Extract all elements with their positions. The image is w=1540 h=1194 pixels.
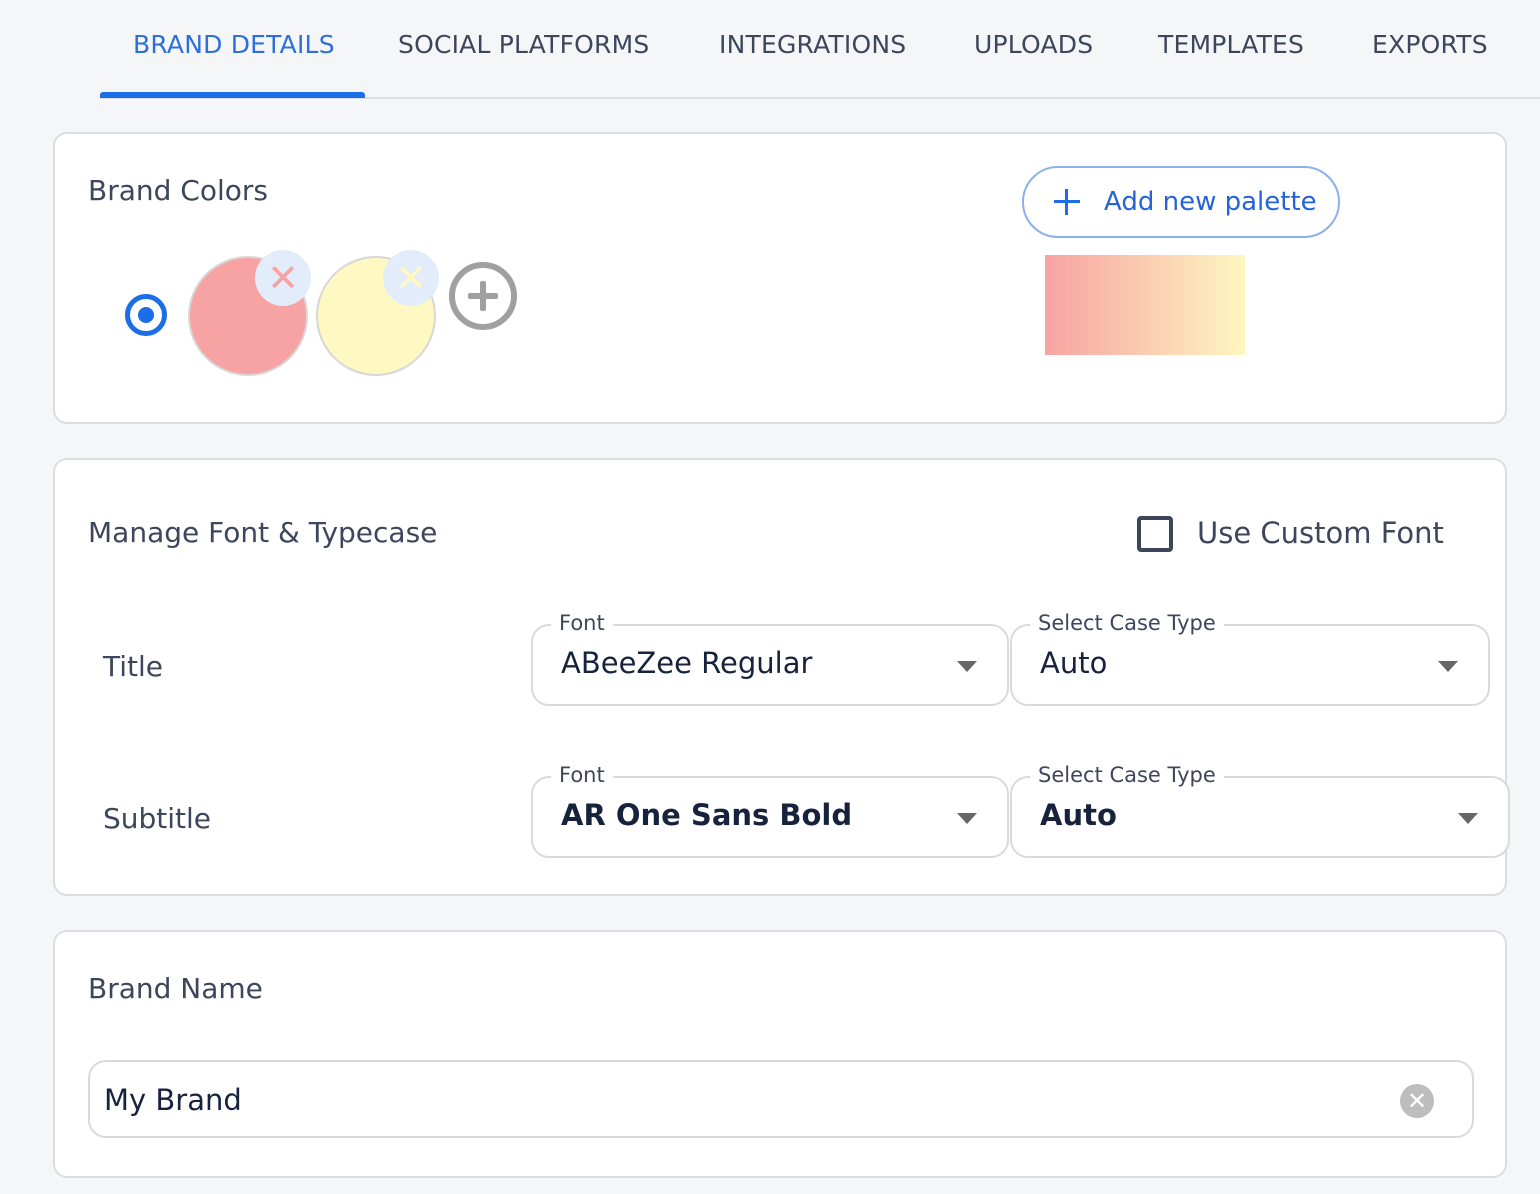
title-font-legend: Font [551, 610, 613, 636]
title-row-label: Title [103, 650, 164, 683]
tab-exports[interactable]: EXPORTS [1372, 30, 1488, 70]
dropdown-arrow-icon [957, 661, 977, 672]
title-font-value: ABeeZee Regular [561, 646, 813, 680]
remove-swatch-1-button[interactable]: ✕ [255, 250, 311, 306]
title-case-legend: Select Case Type [1030, 610, 1224, 636]
use-custom-font-label[interactable]: Use Custom Font [1197, 516, 1444, 550]
tab-social-platforms[interactable]: SOCIAL PLATFORMS [398, 30, 649, 70]
title-font-select[interactable]: Font ABeeZee Regular [531, 610, 1009, 706]
title-case-select[interactable]: Select Case Type Auto [1010, 610, 1490, 706]
add-color-button[interactable] [449, 262, 517, 330]
close-icon: ✕ [395, 256, 427, 300]
brand-colors-card: Brand Colors ✕ ✕ Add new palette [53, 132, 1507, 424]
subtitle-font-select[interactable]: Font AR One Sans Bold [531, 762, 1009, 858]
remove-swatch-2-button[interactable]: ✕ [383, 250, 439, 306]
subtitle-font-value: AR One Sans Bold [561, 798, 853, 832]
font-typecase-title: Manage Font & Typecase [88, 516, 438, 549]
subtitle-row-label: Subtitle [103, 802, 212, 835]
brand-name-input[interactable] [104, 1076, 1384, 1124]
title-case-value: Auto [1040, 646, 1108, 680]
brand-name-title: Brand Name [88, 972, 263, 1005]
subtitle-font-legend: Font [551, 762, 613, 788]
tab-integrations[interactable]: INTEGRATIONS [719, 30, 906, 70]
clear-icon: ✕ [1406, 1087, 1428, 1115]
brand-name-card: Brand Name ✕ [53, 930, 1507, 1178]
close-icon: ✕ [267, 256, 299, 300]
plus-icon [1054, 189, 1080, 215]
tab-bar: BRAND DETAILS SOCIAL PLATFORMS INTEGRATI… [0, 0, 1540, 100]
brand-name-field[interactable]: ✕ [88, 1060, 1474, 1138]
tab-uploads[interactable]: UPLOADS [974, 30, 1093, 70]
palette-gradient-preview [1045, 255, 1245, 355]
brand-colors-title: Brand Colors [88, 174, 268, 207]
subtitle-case-legend: Select Case Type [1030, 762, 1224, 788]
font-typecase-card: Manage Font & Typecase Use Custom Font T… [53, 458, 1510, 896]
tab-brand-details[interactable]: BRAND DETAILS [133, 30, 335, 70]
subtitle-case-value: Auto [1040, 798, 1117, 832]
dropdown-arrow-icon [1458, 813, 1478, 824]
add-new-palette-button[interactable]: Add new palette [1022, 166, 1340, 238]
dropdown-arrow-icon [957, 813, 977, 824]
clear-brand-name-button[interactable]: ✕ [1400, 1084, 1434, 1118]
palette-radio[interactable] [125, 294, 167, 336]
dropdown-arrow-icon [1438, 661, 1458, 672]
subtitle-case-select[interactable]: Select Case Type Auto [1010, 762, 1510, 858]
use-custom-font-checkbox[interactable] [1137, 516, 1173, 552]
radio-selected-dot [138, 307, 154, 323]
tab-templates[interactable]: TEMPLATES [1158, 30, 1304, 70]
add-new-palette-label: Add new palette [1104, 187, 1317, 217]
active-tab-indicator [100, 92, 365, 98]
